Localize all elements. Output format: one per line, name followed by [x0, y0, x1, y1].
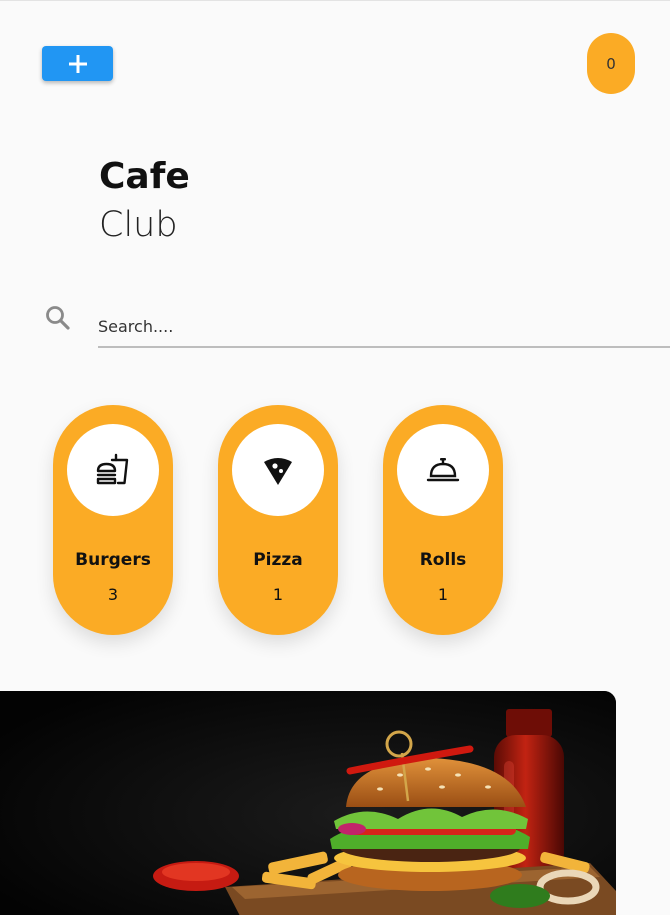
category-card-pizza[interactable]: Pizza 1 [218, 405, 338, 635]
fastfood-icon [96, 453, 129, 485]
pizza-icon [264, 458, 292, 485]
app-root: 0 Cafe Club Burgers 3 [0, 0, 670, 915]
search-icon [46, 306, 70, 330]
category-icon-circle [232, 424, 324, 516]
plus-icon [68, 54, 87, 73]
category-count: 1 [272, 585, 284, 604]
category-count: 3 [107, 585, 119, 604]
category-count: 1 [437, 585, 449, 604]
cart-badge[interactable]: 0 [587, 33, 635, 94]
category-card-rolls[interactable]: Rolls 1 [383, 405, 503, 635]
category-name: Rolls [419, 550, 467, 570]
search-input[interactable] [98, 306, 670, 348]
brand-subtitle: Club [99, 205, 178, 245]
brand-title: Cafe [99, 156, 190, 197]
room-service-icon [426, 458, 460, 482]
category-icon-circle [67, 424, 159, 516]
category-name: Burgers [75, 550, 151, 570]
category-name: Pizza [253, 550, 303, 570]
hero-banner-image [0, 691, 616, 915]
burger-photo [0, 691, 616, 915]
category-card-burgers[interactable]: Burgers 3 [53, 405, 173, 635]
cart-count: 0 [606, 54, 616, 73]
category-icon-circle [397, 424, 489, 516]
add-button[interactable] [42, 46, 113, 81]
